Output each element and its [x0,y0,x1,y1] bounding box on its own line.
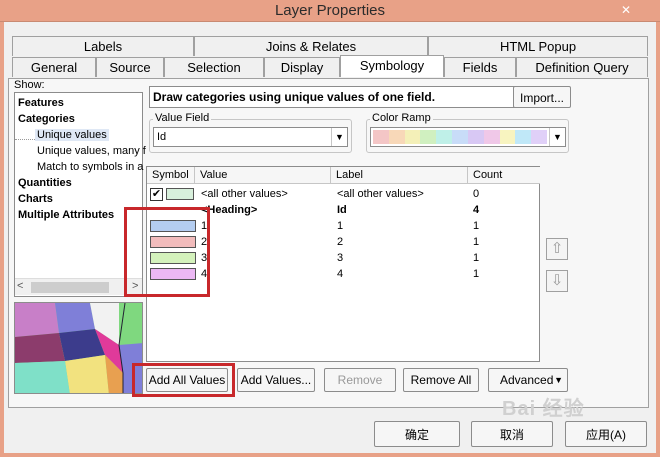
tab-label: Labels [83,39,123,54]
tab-fields[interactable]: Fields [444,57,516,77]
show-item-charts[interactable]: Charts [18,193,53,205]
tab-joins-relates[interactable]: Joins & Relates [194,36,428,56]
close-icon: ✕ [620,3,632,17]
tab-selection[interactable]: Selection [164,57,264,77]
scroll-thumb[interactable] [31,282,109,293]
color-ramp-step [373,130,389,144]
arrow-down-icon: ⇩ [550,272,564,289]
show-label: Show: [14,79,45,91]
tab-label: Joins & Relates [265,39,357,54]
advanced-button[interactable]: Advanced ▼ [488,368,568,392]
tab-symbology[interactable]: Symbology [340,55,444,77]
value-field-label: Value Field [153,112,212,124]
color-ramp-step [467,130,484,144]
cancel-button[interactable]: 取消 [471,421,553,447]
color-ramp-step [436,130,453,144]
import-button[interactable]: Import... [513,86,571,108]
show-item-quantities[interactable]: Quantities [18,177,72,189]
show-item-multiple-attributes[interactable]: Multiple Attributes [18,209,114,221]
color-ramp-step [531,130,547,144]
remove-button[interactable]: Remove [324,368,396,392]
show-list-scrollbar[interactable]: < > [15,278,142,295]
color-ramp-step [404,130,421,144]
show-item-match-symbols[interactable]: Match to symbols in a [37,161,143,173]
color-ramp-step [452,130,468,144]
window-title: Layer Properties [274,2,386,19]
table-row-count: 1 [473,220,480,232]
legend-preview-map [14,302,143,394]
move-up-button[interactable]: ⇧ [546,238,568,260]
apply-button[interactable]: 应用(A) [565,421,647,447]
watermark: Bai 经验 [502,398,585,420]
tab-display[interactable]: Display [264,57,340,77]
value-field-value: Id [157,131,167,143]
tab-html-popup[interactable]: HTML Popup [428,36,648,56]
tab-definition-query[interactable]: Definition Query [516,57,648,77]
table-row-label[interactable]: 1 [337,220,343,232]
color-ramp-step [420,130,437,144]
show-item-features[interactable]: Features [18,97,64,109]
symbol-swatch[interactable] [166,188,194,200]
table-row-count: 1 [473,268,480,280]
remove-all-button[interactable]: Remove All [403,368,479,392]
tree-connector [15,139,35,140]
table-row-label[interactable]: 4 [337,268,343,280]
chevron-down-icon: ▼ [554,375,563,385]
table-row-count: 0 [473,188,480,200]
advanced-label: Advanced [500,373,554,387]
tab-label: Definition Query [535,60,629,75]
table-row-label[interactable]: <all other values> [337,188,424,200]
highlight-annotation [124,207,210,297]
col-header-symbol[interactable]: Symbol [147,167,195,184]
tab-general[interactable]: General [12,57,96,77]
color-ramp-label: Color Ramp [370,112,433,124]
table-row-label[interactable]: 2 [337,236,343,248]
chevron-down-icon[interactable]: ▼ [331,128,347,146]
col-header-value[interactable]: Value [195,167,331,184]
tab-label: General [30,60,78,75]
table-row-label[interactable]: 3 [337,252,343,264]
tab-label: Symbology [359,58,425,73]
table-heading-count: 4 [473,204,480,216]
color-ramp-preview [373,130,547,144]
map-preview-image [15,303,142,393]
move-down-button[interactable]: ⇩ [546,270,568,292]
show-item-unique-values-many[interactable]: Unique values, many f [37,145,146,157]
show-item-categories[interactable]: Categories [18,113,75,125]
col-header-count[interactable]: Count [468,167,540,184]
chevron-down-icon[interactable]: ▼ [549,128,565,146]
table-row-count: 1 [473,252,480,264]
visibility-checkbox[interactable]: ✔ [150,188,163,201]
table-heading-label[interactable]: Id [337,204,347,216]
tab-label: HTML Popup [499,39,577,54]
highlight-annotation [132,363,235,397]
table-row-value[interactable]: <all other values> [201,188,288,200]
color-ramp-select[interactable]: ▼ [370,127,566,147]
ok-button[interactable]: 确定 [374,421,460,447]
scroll-left-icon[interactable]: < [17,280,23,292]
table-row-count: 1 [473,236,480,248]
renderer-description: Draw categories using unique values of o… [149,86,569,108]
col-header-label[interactable]: Label [331,167,468,184]
tab-label: Selection [187,60,241,75]
tab-label: Fields [462,60,498,75]
tab-source[interactable]: Source [96,57,164,77]
value-field-select[interactable]: Id ▼ [153,127,348,147]
color-ramp-step [483,130,500,144]
close-button[interactable]: ✕ [592,0,660,20]
color-ramp-step [388,130,405,144]
tab-label: Source [109,60,151,75]
tab-label: Display [280,60,324,75]
color-ramp-step [515,130,532,144]
color-ramp-step [499,130,516,144]
arrow-up-icon: ⇧ [550,240,564,257]
add-values-button[interactable]: Add Values... [237,368,315,392]
show-item-unique-values[interactable]: Unique values [35,129,109,141]
tab-labels[interactable]: Labels [12,36,194,56]
